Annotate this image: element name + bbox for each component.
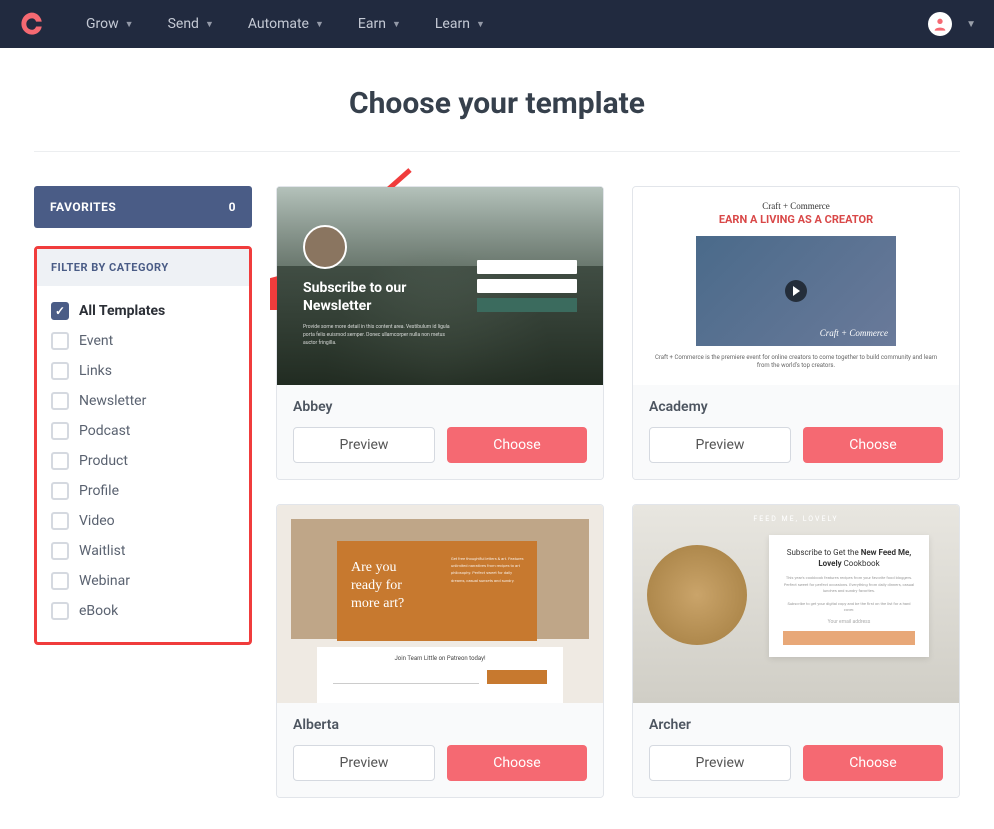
checkbox-icon [51,362,69,380]
checkbox-icon [51,302,69,320]
filter-heading: FILTER BY CATEGORY [37,249,249,286]
nav-send[interactable]: Send▼ [168,16,214,32]
chevron-down-icon[interactable]: ▼ [966,19,976,30]
checkbox-icon [51,452,69,470]
chevron-down-icon: ▼ [392,19,401,30]
video-preview: Craft + Commerce [696,236,896,346]
template-name: Archer [649,717,943,733]
subscribe-mock-button [783,631,915,645]
filter-panel: FILTER BY CATEGORY All Templates Event L… [34,246,252,645]
choose-button[interactable]: Choose [803,745,943,781]
checkbox-icon [51,332,69,350]
category-links[interactable]: Links [51,356,235,386]
choose-button[interactable]: Choose [447,427,587,463]
template-thumbnail[interactable]: FEED ME, LOVELY Subscribe to Get the New… [633,505,959,703]
chevron-down-icon: ▼ [315,19,324,30]
checkbox-icon [51,482,69,500]
sidebar: FAVORITES 0 FILTER BY CATEGORY All Templ… [34,186,252,645]
nav-grow[interactable]: Grow▼ [86,16,134,32]
play-icon [785,280,807,302]
chevron-down-icon: ▼ [476,19,485,30]
template-thumbnail[interactable]: Craft + Commerce EARN A LIVING AS A CREA… [633,187,959,385]
template-card-archer: FEED ME, LOVELY Subscribe to Get the New… [632,504,960,798]
checkbox-icon [51,422,69,440]
page-title: Choose your template [34,86,960,121]
chevron-down-icon: ▼ [205,19,214,30]
template-thumbnail[interactable]: Are you ready for more art? Get free tho… [277,505,603,703]
category-product[interactable]: Product [51,446,235,476]
category-ebook[interactable]: eBook [51,596,235,626]
favorites-bar[interactable]: FAVORITES 0 [34,186,252,228]
category-event[interactable]: Event [51,326,235,356]
checkbox-icon [51,512,69,530]
top-nav: Grow▼ Send▼ Automate▼ Earn▼ Learn▼ ▼ [0,0,994,48]
chevron-down-icon: ▼ [125,19,134,30]
template-card-academy: Craft + Commerce EARN A LIVING AS A CREA… [632,186,960,480]
category-newsletter[interactable]: Newsletter [51,386,235,416]
checkbox-icon [51,572,69,590]
checkbox-icon [51,542,69,560]
nav-earn[interactable]: Earn▼ [358,16,401,32]
favorites-label: FAVORITES [50,200,116,214]
filter-category-list: All Templates Event Links Newsletter Pod… [37,286,249,642]
category-webinar[interactable]: Webinar [51,566,235,596]
nav-automate[interactable]: Automate▼ [248,16,324,32]
template-name: Academy [649,399,943,415]
preview-button[interactable]: Preview [649,745,791,781]
preview-button[interactable]: Preview [293,745,435,781]
category-profile[interactable]: Profile [51,476,235,506]
nav-learn[interactable]: Learn▼ [435,16,485,32]
template-card-alberta: Are you ready for more art? Get free tho… [276,504,604,798]
category-podcast[interactable]: Podcast [51,416,235,446]
template-thumbnail[interactable]: Subscribe to our Newsletter Provide some… [277,187,603,385]
favorites-count: 0 [229,200,236,214]
category-all-templates[interactable]: All Templates [51,296,235,326]
divider [34,151,960,152]
checkbox-icon [51,392,69,410]
user-avatar[interactable] [928,12,952,36]
cookie-image [647,545,747,645]
category-video[interactable]: Video [51,506,235,536]
checkbox-icon [51,602,69,620]
category-waitlist[interactable]: Waitlist [51,536,235,566]
template-name: Alberta [293,717,587,733]
template-card-abbey: Subscribe to our Newsletter Provide some… [276,186,604,480]
choose-button[interactable]: Choose [447,745,587,781]
template-name: Abbey [293,399,587,415]
nav-items: Grow▼ Send▼ Automate▼ Earn▼ Learn▼ [86,16,928,32]
avatar-image [303,225,347,269]
choose-button[interactable]: Choose [803,427,943,463]
template-grid: Subscribe to our Newsletter Provide some… [276,186,960,798]
preview-button[interactable]: Preview [649,427,791,463]
logo[interactable] [18,10,46,38]
preview-button[interactable]: Preview [293,427,435,463]
